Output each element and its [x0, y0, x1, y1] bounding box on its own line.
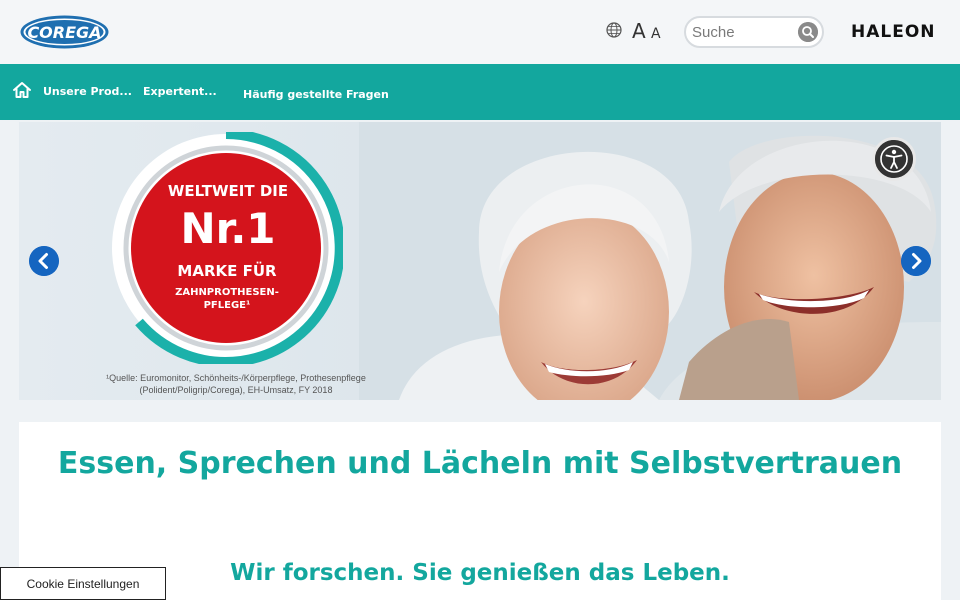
hero-image-couple [359, 122, 941, 400]
font-size-decrease-button[interactable]: A [651, 26, 661, 42]
page-headline: Essen, Sprechen und Lächeln mit Selbstve… [57, 446, 903, 481]
logo-text: COREGA [27, 23, 101, 42]
badge-line-3: MARKE FÜR [177, 262, 277, 280]
globe-icon[interactable] [606, 22, 622, 38]
cookie-settings-button[interactable]: Cookie Einstellungen [0, 567, 166, 600]
badge-line-4: ZAHNPROTHESEN- PFLEGE¹ [175, 287, 279, 311]
site-header: COREGA A A HALEON [0, 0, 960, 64]
font-size-increase-button[interactable]: A [632, 20, 646, 42]
nav-item-expert[interactable]: Expertent... [143, 85, 217, 98]
corega-logo[interactable]: COREGA [20, 15, 109, 49]
badge-line-2: Nr.1 [180, 204, 276, 253]
accessibility-icon[interactable] [872, 137, 916, 181]
haleon-logo[interactable]: HALEON [851, 22, 936, 42]
search-box [684, 16, 824, 48]
arrow-right-icon[interactable] [901, 246, 931, 276]
nav-item-products[interactable]: Unsere Prod... [43, 85, 132, 98]
hero-carousel: WELTWEIT DIE Nr.1 MARKE FÜR ZAHNPROTHESE… [19, 122, 941, 400]
badge-line-1: WELTWEIT DIE [167, 182, 289, 200]
source-note: ¹Quelle: Euromonitor, Schönheits-/Körper… [106, 373, 366, 395]
arrow-left-icon[interactable] [29, 246, 59, 276]
nav-item-faq[interactable]: Häufig gestellte Fragen [243, 88, 389, 101]
main-nav: Unsere Prod... Expertent... Häufig geste… [0, 64, 960, 120]
search-input[interactable] [692, 22, 796, 42]
home-icon[interactable] [12, 80, 32, 100]
search-icon[interactable] [798, 22, 818, 42]
